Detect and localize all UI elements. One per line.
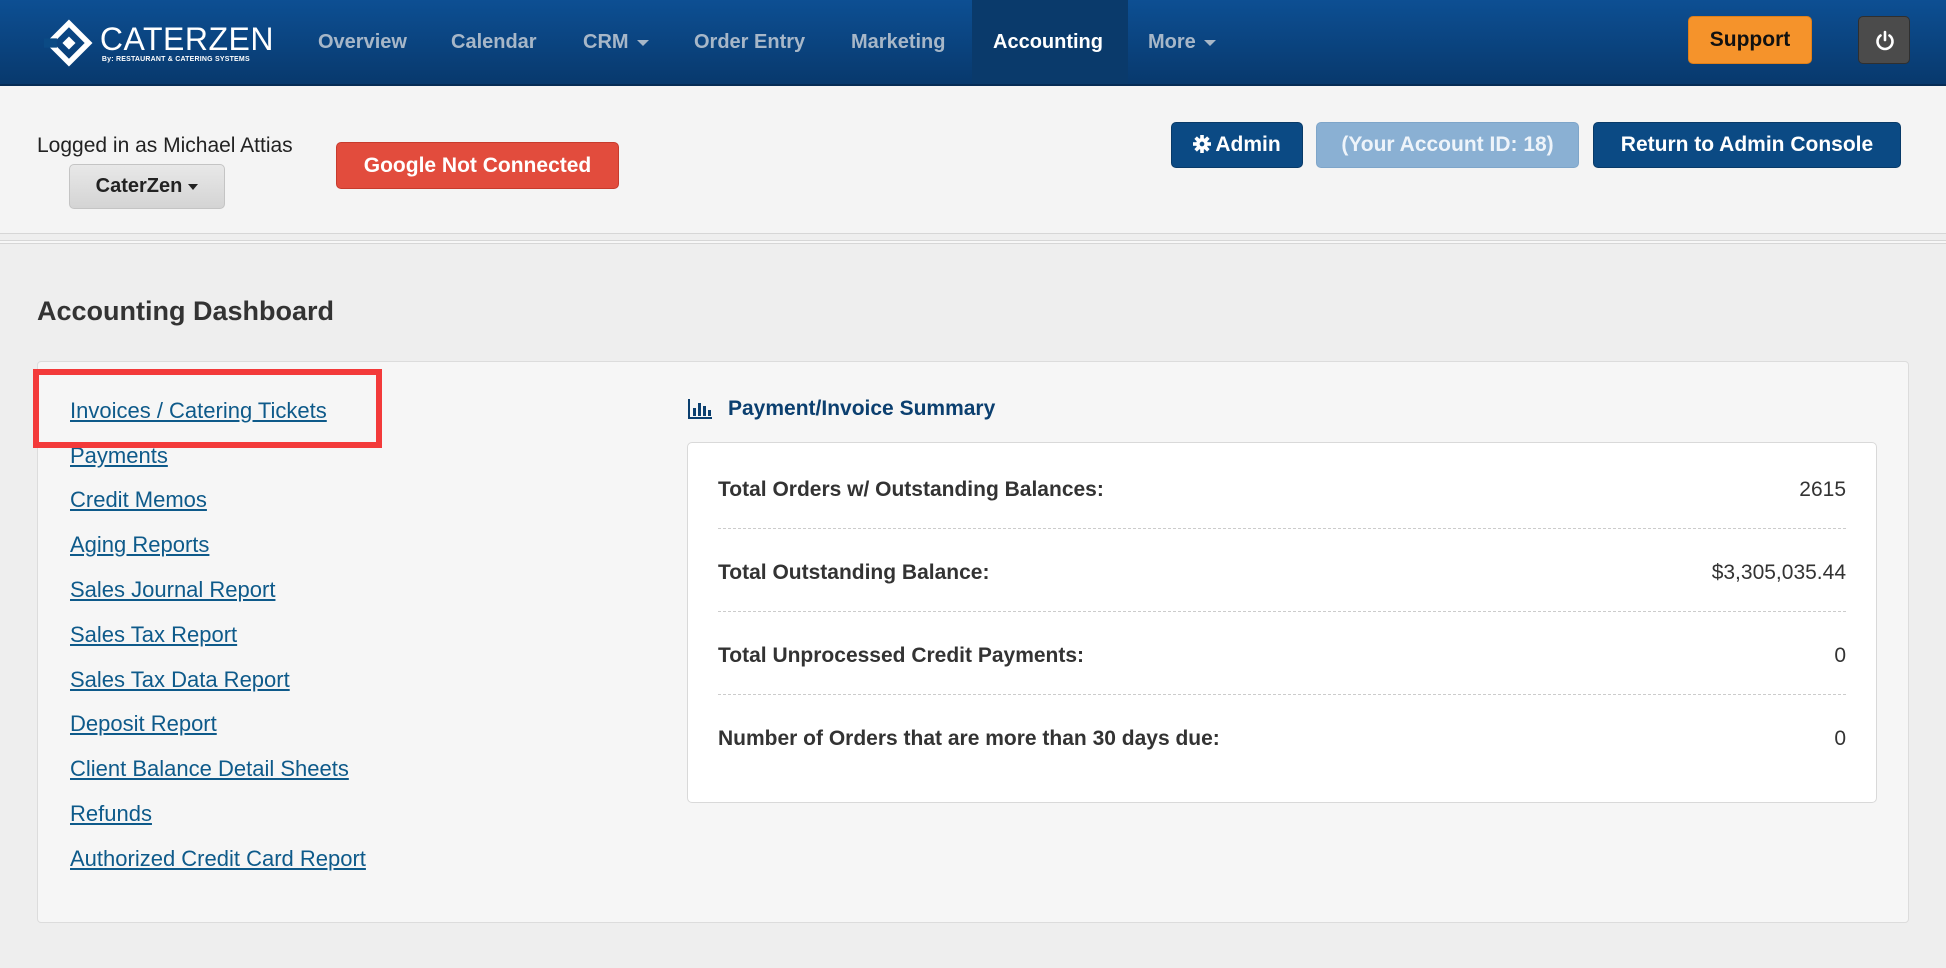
brand-subtitle: By: RESTAURANT & CATERING SYSTEMS [101,56,250,63]
summary-label: Total Outstanding Balance: [718,561,990,584]
link-aging-reports[interactable]: Aging Reports [70,532,209,558]
summary-label: Total Unprocessed Credit Payments: [718,644,1085,667]
google-status-button[interactable]: Google Not Connected [336,142,619,189]
summary-label: Number of Orders that are more than 30 d… [718,727,1220,750]
highlight-box [33,369,382,448]
summary-label: Total Orders w/ Outstanding Balances: [718,478,1104,501]
caterzen-logo-icon [44,19,93,67]
link-sales-journal-report[interactable]: Sales Journal Report [70,577,275,603]
link-deposit-report[interactable]: Deposit Report [70,711,217,737]
nav-marketing-label: Marketing [851,31,946,53]
nav-crm[interactable]: CRM [583,0,649,84]
admin-button[interactable]: Admin [1171,122,1303,168]
summary-title: Payment/Invoice Summary [688,397,995,421]
company-dropdown-label: CaterZen [95,175,183,197]
summary-value: 0 [1834,644,1846,667]
support-button[interactable]: Support [1688,16,1812,64]
nav-calendar[interactable]: Calendar [451,0,537,84]
nav-overview[interactable]: Overview [318,0,407,84]
summary-box: Total Orders w/ Outstanding Balances: 26… [687,442,1877,803]
row-divider [718,611,1846,612]
link-refunds[interactable]: Refunds [70,801,152,827]
chevron-down-icon [188,183,199,190]
nav-overview-label: Overview [318,31,407,53]
summary-row: Number of Orders that are more than 30 d… [718,727,1846,810]
summary-value: $3,305,035.44 [1711,561,1846,584]
caterzen-logo[interactable]: CATERZEN By: RESTAURANT & CATERING SYSTE… [44,16,274,70]
link-client-balance-detail-sheets[interactable]: Client Balance Detail Sheets [70,756,349,782]
row-divider [718,528,1846,529]
logged-in-text: Logged in as Michael Attias [37,134,293,157]
summary-title-label: Payment/Invoice Summary [728,397,996,420]
return-admin-console-button[interactable]: Return to Admin Console [1593,122,1901,168]
company-dropdown[interactable]: CaterZen [69,164,225,209]
row-divider [718,694,1846,695]
summary-row: Total Orders w/ Outstanding Balances: 26… [718,478,1846,561]
link-credit-memos[interactable]: Credit Memos [70,487,207,513]
link-authorized-credit-card-report[interactable]: Authorized Credit Card Report [70,846,366,872]
nav-order-entry[interactable]: Order Entry [694,0,805,84]
link-sales-tax-report[interactable]: Sales Tax Report [70,622,237,648]
nav-calendar-label: Calendar [451,31,537,53]
admin-button-label: Admin [1215,133,1281,156]
summary-row: Total Unprocessed Credit Payments: 0 [718,644,1846,727]
bar-chart-icon [688,399,712,419]
nav-marketing[interactable]: Marketing [851,0,945,84]
nav-order-entry-label: Order Entry [694,31,806,53]
summary-row: Total Outstanding Balance: $3,305,035.44 [718,561,1846,644]
nav-accounting[interactable]: Accounting [993,0,1103,84]
nav-more-label: More [1148,31,1196,53]
nav-crm-label: CRM [583,31,629,53]
header-divider [0,240,1946,244]
chevron-down-icon [1203,39,1216,46]
gear-icon [1193,135,1212,153]
chevron-down-icon [636,39,649,46]
nav-more[interactable]: More [1148,0,1216,84]
logout-button[interactable] [1858,16,1910,64]
page-title: Accounting Dashboard [37,296,335,326]
brand-name: CATERZEN [99,21,274,57]
power-icon [1876,30,1894,51]
link-sales-tax-data-report[interactable]: Sales Tax Data Report [70,667,290,693]
nav-accounting-label: Accounting [993,31,1103,53]
top-navbar: CATERZEN By: RESTAURANT & CATERING SYSTE… [0,0,1946,86]
summary-value: 2615 [1799,478,1846,501]
summary-value: 0 [1834,727,1846,750]
account-id-badge: (Your Account ID: 18) [1316,122,1579,168]
